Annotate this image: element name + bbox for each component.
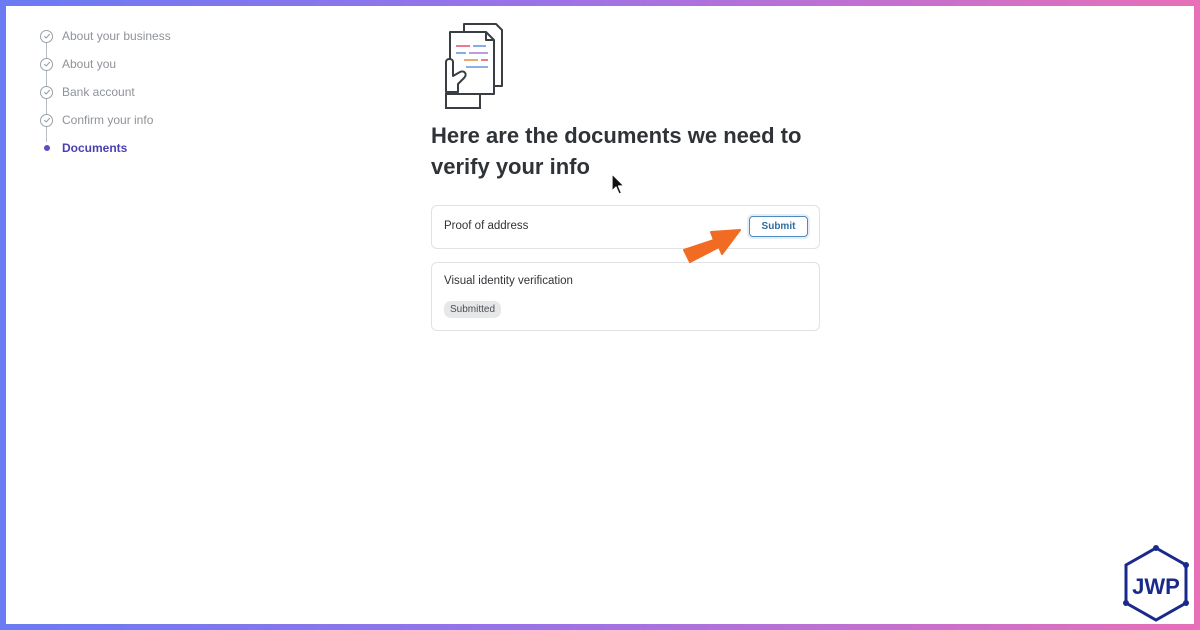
step-label: Confirm your info [62,113,154,127]
step-about-you[interactable]: About you [40,50,260,87]
status-badge: Submitted [444,301,502,318]
step-label: About you [62,57,117,71]
step-connector [46,126,48,143]
page-frame: About your business About you Bank accou… [6,6,1194,624]
step-connector [46,42,48,59]
step-confirm-info[interactable]: Confirm your info [40,106,260,143]
document-hand-icon [445,23,503,109]
step-about-business[interactable]: About your business [40,22,260,59]
mouse-cursor-icon [611,173,625,195]
step-label-current: Documents [62,141,128,155]
step-label: Bank account [62,85,135,99]
jwp-logo-icon: JWP [1123,545,1189,622]
document-card-visual-identity: Visual identity verification Submitted [431,262,820,331]
check-circle-icon [40,85,53,99]
check-circle-icon [40,113,53,127]
step-documents[interactable]: Documents [40,134,260,162]
page-title: Here are the documents we need to verify… [431,123,802,179]
step-label: About your business [62,29,171,43]
orange-arrow-icon [683,229,741,263]
document-card-proof-of-address: Proof of address Submit [431,205,820,249]
submit-button[interactable]: Submit [749,216,808,237]
step-connector [46,98,48,115]
check-circle-icon [40,57,53,71]
document-title: Visual identity verification [444,275,573,287]
current-step-dot-icon [40,141,53,155]
step-bank-account[interactable]: Bank account [40,78,260,115]
onboarding-stepper: About your business About you Bank accou… [40,22,260,162]
svg-text:JWP: JWP [1132,574,1180,599]
step-connector [46,70,48,87]
check-circle-icon [40,29,53,43]
document-title: Proof of address [444,220,529,232]
